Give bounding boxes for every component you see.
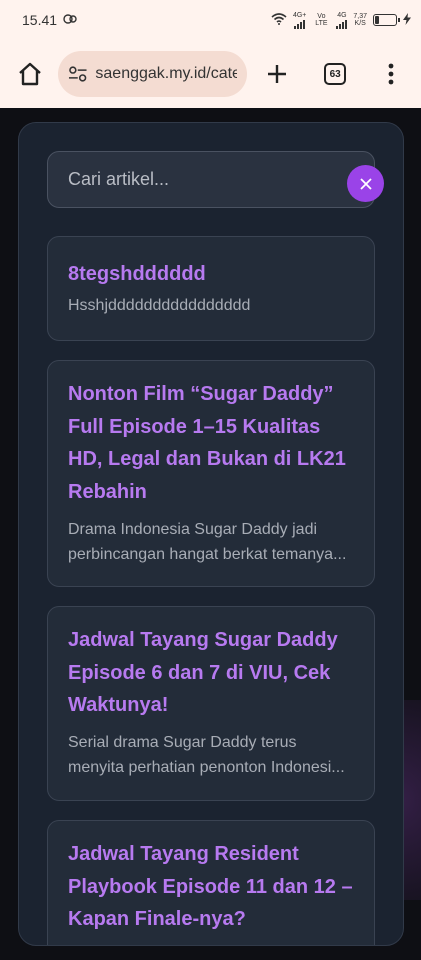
tab-count: 63: [324, 63, 347, 85]
menu-icon: [388, 63, 394, 85]
status-bar: 15.41 4G+ Vo LTE 4G 7,37 K/S: [0, 0, 421, 40]
article-excerpt: Drama Indonesia Sugar Daddy jadi perbinc…: [68, 520, 347, 563]
volte-indicator: Vo LTE: [315, 13, 328, 27]
data-speed: 7,37 K/S: [353, 13, 367, 27]
site-settings-icon[interactable]: [68, 65, 88, 83]
charging-icon: [403, 13, 411, 27]
tab-switcher-button[interactable]: 63: [317, 56, 353, 92]
close-icon: [359, 177, 372, 190]
signal-icon: [336, 19, 348, 29]
notification-icon: [63, 12, 77, 28]
close-search-button[interactable]: [347, 165, 384, 202]
search-panel: 8tegshdddddd Hsshjdddddddddddddddd Nonto…: [18, 122, 404, 946]
article-card[interactable]: 8tegshdddddd Hsshjdddddddddddddddd: [47, 236, 375, 341]
network-type-2: 4G: [336, 12, 348, 29]
page-content: 8tegshdddddd Hsshjdddddddddddddddd Nonto…: [0, 108, 421, 960]
article-title[interactable]: Jadwal Tayang Resident Playbook Episode …: [68, 838, 354, 936]
wifi-icon: [271, 13, 287, 27]
article-card[interactable]: Jadwal Tayang Sugar Daddy Episode 6 dan …: [47, 606, 375, 801]
new-tab-button[interactable]: [259, 56, 295, 92]
home-icon: [19, 62, 41, 86]
article-title[interactable]: Nonton Film “Sugar Daddy” Full Episode 1…: [68, 378, 354, 509]
clock: 15.41: [22, 12, 58, 28]
browser-toolbar: saenggak.my.id/cate 63: [0, 40, 421, 108]
signal-icon: [294, 19, 306, 29]
article-excerpt: Hsshjdddddddddddddddd: [68, 296, 251, 314]
menu-button[interactable]: [373, 56, 409, 92]
battery-icon: [373, 14, 400, 26]
article-card[interactable]: Jadwal Tayang Resident Playbook Episode …: [47, 820, 375, 945]
address-bar[interactable]: saenggak.my.id/cate: [57, 51, 248, 97]
article-title[interactable]: 8tegshdddddd: [68, 258, 354, 291]
search-box[interactable]: [47, 151, 375, 208]
search-input[interactable]: [68, 169, 308, 190]
url-text: saenggak.my.id/cate: [95, 65, 238, 82]
new-tab-icon: [268, 65, 287, 83]
article-card[interactable]: Nonton Film “Sugar Daddy” Full Episode 1…: [47, 360, 375, 587]
network-type-1: 4G+: [293, 12, 306, 29]
article-excerpt: Serial drama Sugar Daddy terus menyita p…: [68, 734, 345, 777]
home-button[interactable]: [12, 56, 48, 92]
article-title[interactable]: Jadwal Tayang Sugar Daddy Episode 6 dan …: [68, 624, 354, 722]
